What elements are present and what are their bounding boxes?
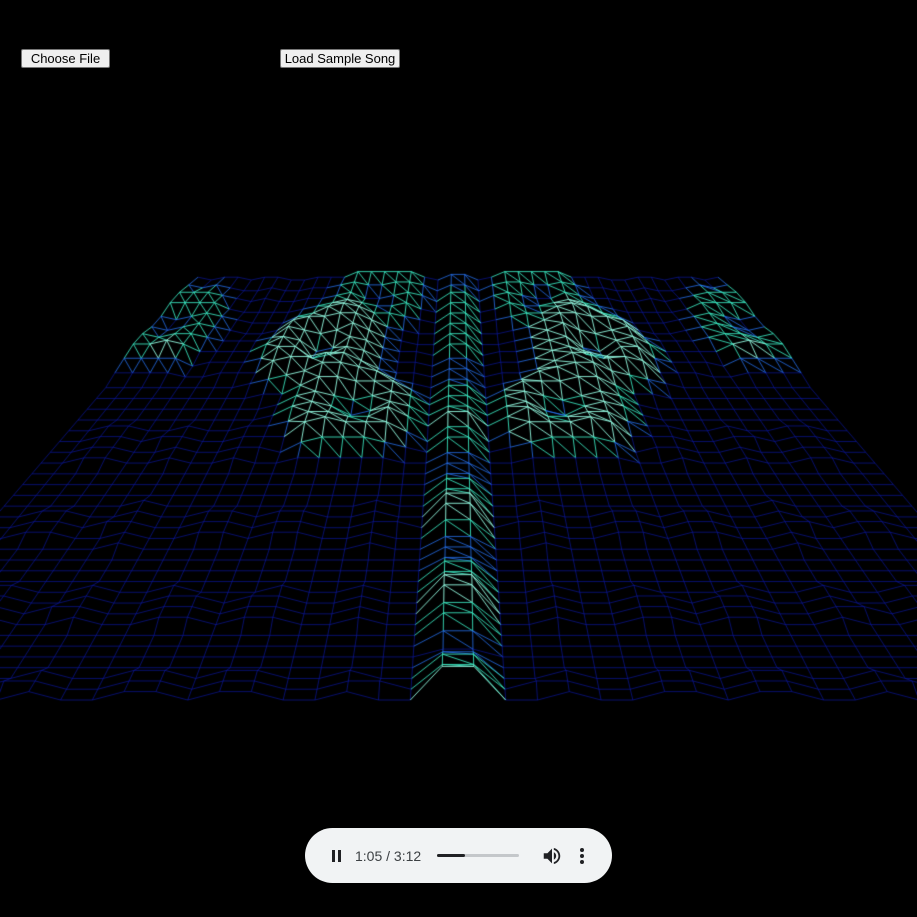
volume-icon[interactable]	[541, 845, 563, 867]
more-vertical-icon[interactable]	[577, 845, 587, 867]
load-sample-song-button[interactable]: Load Sample Song	[280, 49, 400, 68]
progress-slider[interactable]	[437, 854, 520, 857]
progress-fill	[437, 854, 465, 857]
time-display: 1:05 / 3:12	[355, 847, 422, 864]
choose-file-button[interactable]: Choose File	[21, 49, 110, 68]
audio-visualizer-canvas	[0, 0, 917, 917]
pause-icon[interactable]	[325, 845, 347, 867]
audio-player: 1:05 / 3:12	[305, 828, 612, 883]
